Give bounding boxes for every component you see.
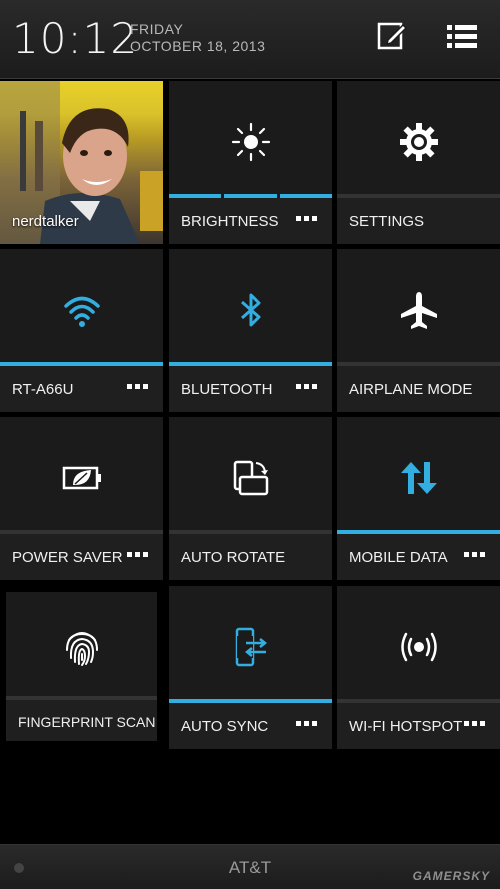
tile-label: AUTO SYNC — [181, 718, 269, 735]
tile-mobile-data[interactable]: MOBILE DATA — [337, 417, 500, 580]
profile-tile[interactable]: nerdtalker — [0, 81, 163, 244]
tile-label: MOBILE DATA — [349, 549, 448, 566]
hotspot-icon — [400, 632, 437, 662]
fingerprint-icon — [65, 632, 98, 666]
tile-settings[interactable]: SETTINGS — [337, 81, 500, 244]
list-button[interactable] — [444, 18, 480, 54]
tile-label: AIRPLANE MODE — [349, 381, 473, 398]
tile-label: WI-FI HOTSPOT — [349, 718, 463, 735]
clock: 10:12 — [12, 14, 139, 63]
more-options-button[interactable] — [296, 379, 320, 393]
tile-label: SETTINGS — [349, 213, 425, 230]
more-options-button[interactable] — [127, 379, 151, 393]
tile-label: FINGERPRINT SCAN — [18, 714, 156, 730]
carrier-bar: AT&T GAMERSKY — [0, 844, 500, 889]
tile-bluetooth[interactable]: BLUETOOTH — [169, 249, 332, 412]
edit-button[interactable] — [374, 18, 410, 54]
auto-rotate-icon — [233, 460, 268, 496]
tile-label: AUTO ROTATE — [181, 549, 286, 566]
more-options-button[interactable] — [464, 716, 488, 730]
wifi-icon — [63, 296, 100, 327]
more-options-button[interactable] — [464, 547, 488, 561]
date-label: OCTOBER 18, 2013 — [130, 38, 266, 54]
tile-label: POWER SAVER — [12, 549, 123, 566]
list-icon — [447, 25, 477, 48]
airplane-icon — [400, 292, 437, 329]
tile-fingerprint-scan[interactable]: FINGERPRINT SCAN — [6, 592, 157, 741]
more-options-button[interactable] — [127, 547, 151, 561]
profile-name: nerdtalker — [12, 213, 79, 230]
edit-icon — [377, 22, 408, 50]
tile-auto-rotate[interactable]: AUTO ROTATE — [169, 417, 332, 580]
tile-auto-sync[interactable]: AUTO SYNC — [169, 586, 332, 749]
gear-icon — [399, 123, 438, 161]
tile-brightness[interactable]: BRIGHTNESS — [169, 81, 332, 244]
tile-label: BLUETOOTH — [181, 381, 273, 398]
tile-label: RT-A66U — [12, 381, 74, 398]
power-saver-icon — [62, 466, 101, 490]
day-label: FRIDAY — [130, 21, 184, 37]
date-block: FRIDAY OCTOBER 18, 2013 — [130, 21, 265, 55]
tile-wifi-hotspot[interactable]: WI-FI HOTSPOT — [337, 586, 500, 749]
tile-airplane-mode[interactable]: AIRPLANE MODE — [337, 249, 500, 412]
more-options-button[interactable] — [296, 716, 320, 730]
more-options-button[interactable] — [296, 211, 320, 225]
bluetooth-icon — [240, 293, 260, 327]
tile-label: BRIGHTNESS — [181, 213, 279, 230]
status-header: 10:12 FRIDAY OCTOBER 18, 2013 — [0, 0, 500, 79]
watermark: GAMERSKY — [412, 869, 490, 883]
mobile-data-icon — [400, 462, 437, 494]
tile-wifi[interactable]: RT-A66U — [0, 249, 163, 412]
brightness-icon — [231, 122, 270, 162]
auto-sync-icon — [235, 627, 267, 667]
tile-power-saver[interactable]: POWER SAVER — [0, 417, 163, 580]
